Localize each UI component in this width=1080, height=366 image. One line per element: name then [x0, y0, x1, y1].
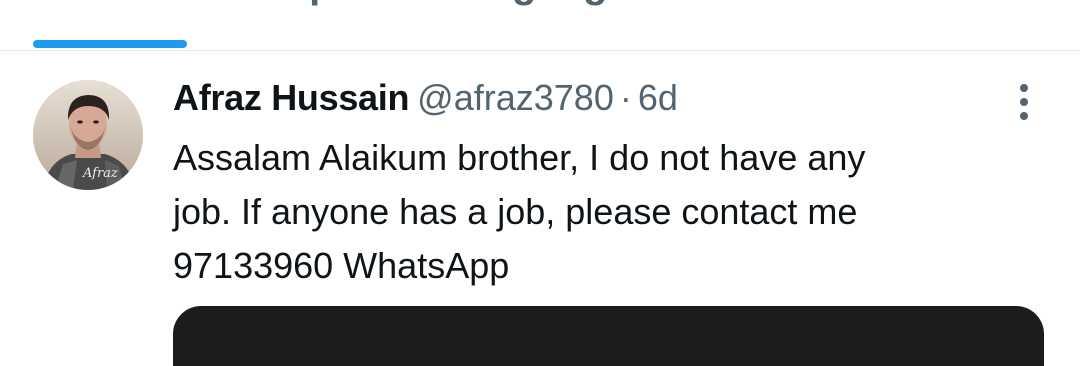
post-text-line: Assalam Alaikum brother, I do not have a… — [173, 137, 866, 178]
author-name[interactable]: Afraz Hussain — [173, 77, 409, 118]
post-timestamp[interactable]: 6d — [638, 77, 678, 118]
tab-articles[interactable]: Articles — [738, 0, 885, 8]
profile-tab-bar: Posts Replies Highlights Articles Media — [0, 0, 1080, 51]
tab-replies[interactable]: Replies — [258, 0, 400, 8]
post-text: Assalam Alaikum brother, I do not have a… — [173, 131, 1003, 293]
post[interactable]: Afraz Afraz Hussain @afraz3780 · 6d Assalam… — [0, 51, 1080, 366]
author-handle[interactable]: @afraz3780 — [417, 77, 614, 118]
tab-media[interactable]: Media — [975, 0, 1080, 8]
tab-highlights[interactable]: Highlights — [472, 0, 668, 8]
post-text-line: 97133960 WhatsApp — [173, 245, 510, 286]
avatar[interactable]: Afraz — [33, 80, 143, 190]
more-vertical-icon-dot — [1020, 98, 1028, 106]
separator-dot: · — [619, 77, 632, 118]
post-text-line: job. If anyone has a job, please contact… — [173, 191, 858, 232]
active-tab-indicator — [33, 40, 187, 48]
avatar-image: Afraz — [33, 80, 143, 190]
post-header: Afraz Hussain @afraz3780 · 6d — [173, 76, 678, 120]
more-options-button[interactable] — [1004, 81, 1044, 123]
tab-posts[interactable]: Posts — [58, 0, 167, 8]
post-media[interactable] — [173, 306, 1044, 366]
avatar-signature: Afraz — [82, 166, 118, 181]
more-vertical-icon — [1020, 84, 1028, 92]
more-vertical-icon-dot — [1020, 112, 1028, 120]
